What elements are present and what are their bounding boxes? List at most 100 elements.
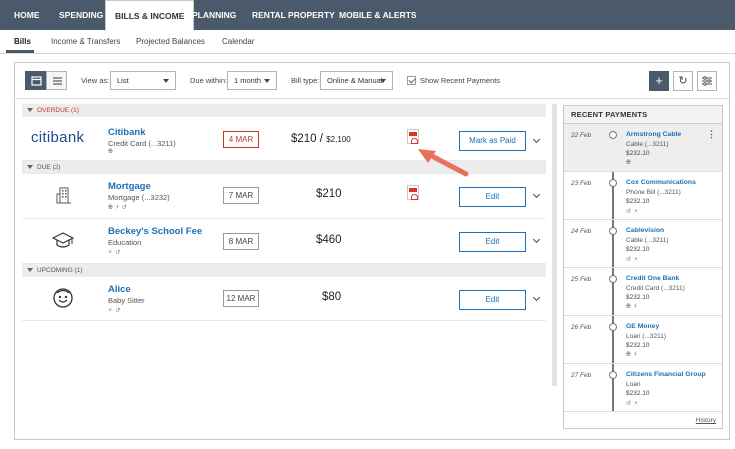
more-options-icon[interactable]: ⋮ (707, 130, 716, 139)
repeat-icon: ↺ (626, 401, 635, 407)
bill-type-value: Online & Manual (327, 76, 383, 85)
timeline-dot (609, 371, 617, 379)
section-overdue[interactable]: OVERDUE (1) (22, 104, 546, 117)
pdf-icon[interactable] (407, 129, 419, 144)
payee-name[interactable]: Cablevision (626, 227, 664, 234)
tab-spending[interactable]: SPENDING (59, 0, 103, 30)
bolt-icon: ⚡︎ (633, 304, 640, 310)
pdf-icon[interactable] (407, 185, 419, 200)
refresh-icon: ↻ (678, 75, 688, 87)
list-view-button[interactable] (46, 71, 67, 90)
recent-payment-item[interactable]: 27 Feb Citizens Financial Group Loan $23… (564, 364, 722, 412)
due-within-select[interactable]: 1 month (227, 71, 277, 90)
chevron-down-icon[interactable] (532, 190, 541, 199)
annotation-arrow-icon (418, 149, 469, 177)
bill-name[interactable]: Citibank (108, 127, 145, 138)
repeat-icon: ↺ (626, 209, 635, 215)
view-as-value: List (117, 76, 129, 85)
payee-sub: Cable (...3211) (626, 237, 669, 244)
list-icon (53, 77, 62, 85)
globe-icon: 🌐︎ (108, 205, 116, 211)
calendar-view-button[interactable] (25, 71, 46, 90)
tab-home[interactable]: HOME (14, 0, 40, 30)
subtab-projected-balances[interactable]: Projected Balances (136, 37, 205, 46)
tab-bills-income[interactable]: BILLS & INCOME (105, 0, 195, 31)
subtab-bills[interactable]: Bills (14, 37, 31, 46)
view-as-select[interactable]: List (110, 71, 176, 90)
bill-name[interactable]: Beckey's School Fee (108, 226, 202, 237)
amount-total: $2,100 (326, 135, 351, 144)
due-date: 8 MAR (223, 233, 259, 250)
payment-date: 27 Feb (571, 372, 592, 379)
chevron-down-icon (380, 79, 386, 83)
building-icon (56, 187, 71, 204)
subtab-calendar[interactable]: Calendar (222, 37, 254, 46)
bill-name[interactable]: Mortgage (108, 181, 151, 192)
bill-row-mortgage[interactable]: Mortgage Mortgage (...3232) 🌐︎⚡︎↺ 7 MAR … (22, 174, 546, 219)
recent-payments-panel: RECENT PAYMENTS 22 Feb Armstrong Cable C… (563, 105, 723, 429)
edit-button[interactable]: Edit (459, 232, 526, 252)
tab-planning[interactable]: PLANNING (192, 0, 236, 30)
payment-date: 26 Feb (571, 324, 592, 331)
payee-name[interactable]: Citizens Financial Group (626, 371, 706, 378)
tab-rental-property[interactable]: RENTAL PROPERTY (252, 0, 335, 30)
globe-icon: 🌐︎ (626, 352, 634, 358)
recent-payment-item[interactable]: 23 Feb Cox Communications Phone Bill (..… (564, 172, 722, 220)
settings-button[interactable] (697, 71, 717, 91)
recent-payment-item[interactable]: 25 Feb Credit One Bank Credit Card (...3… (564, 268, 722, 316)
timeline-dot (609, 179, 617, 187)
chevron-down-icon (163, 79, 169, 83)
refresh-button[interactable]: ↻ (673, 71, 693, 91)
bill-row-school-fee[interactable]: Beckey's School Fee Education ⚡︎↺ 8 MAR … (22, 219, 546, 264)
chevron-down-icon[interactable] (532, 135, 541, 144)
recent-payment-item[interactable]: 26 Feb GE Money Loan (...3211) $232.10 🌐… (564, 316, 722, 364)
edit-button[interactable]: Edit (459, 187, 526, 207)
payment-icons: 🌐︎⚡︎ (626, 352, 640, 359)
section-upcoming[interactable]: UPCOMING (1) (22, 264, 546, 277)
subtab-income-transfers[interactable]: Income & Transfers (51, 37, 120, 46)
section-title: DUE (2) (37, 164, 61, 171)
bill-sub: Baby Sitter (108, 296, 145, 305)
plus-icon: + (655, 73, 663, 88)
history-link[interactable]: History (696, 417, 716, 424)
collapse-triangle-icon (27, 108, 33, 112)
recent-payment-item[interactable]: 22 Feb Armstrong Cable Cable (...3211) $… (564, 124, 722, 172)
edit-button[interactable]: Edit (459, 290, 526, 310)
graduation-cap-icon (52, 232, 74, 248)
globe-icon: 🌐︎ (108, 149, 116, 155)
payee-sub: Loan (...3211) (626, 333, 666, 340)
chevron-down-icon[interactable] (532, 235, 541, 244)
add-bill-button[interactable]: + (649, 71, 669, 91)
payee-name[interactable]: GE Money (626, 323, 659, 330)
payment-date: 23 Feb (571, 180, 592, 187)
bill-type-label: Bill type: (291, 76, 320, 85)
bolt-icon: ⚡︎ (634, 401, 642, 407)
bill-name[interactable]: Alice (108, 284, 131, 295)
bill-amount: $460 (316, 234, 342, 246)
payment-amount: $232.10 (626, 150, 650, 157)
section-title: OVERDUE (1) (37, 107, 79, 114)
tab-mobile-alerts[interactable]: MOBILE & ALERTS (339, 0, 417, 30)
bill-sub: Credit Card (...3211) (108, 139, 176, 148)
repeat-icon: ↺ (626, 257, 635, 263)
calendar-icon (31, 76, 42, 86)
show-recent-payments-checkbox[interactable] (407, 76, 416, 85)
bill-amount: $210 / $2,100 (291, 133, 351, 145)
bill-type-select[interactable]: Online & Manual (320, 71, 393, 90)
sub-nav: Bills Income & Transfers Projected Balan… (0, 30, 735, 54)
payee-sub: Cable (...3211) (626, 141, 669, 148)
list-scrollbar[interactable] (552, 104, 557, 386)
smiley-face-icon (53, 288, 73, 308)
payee-name[interactable]: Armstrong Cable (626, 131, 681, 138)
top-nav: HOME SPENDING BILLS & INCOME PLANNING RE… (0, 0, 735, 31)
bill-sub: Mortgage (...3232) (108, 193, 170, 202)
bill-row-alice[interactable]: Alice Baby Sitter ⚡︎↺ 12 MAR $80 Edit (22, 277, 546, 321)
payee-name[interactable]: Cox Communications (626, 179, 696, 186)
recent-payment-item[interactable]: 24 Feb Cablevision Cable (...3211) $232.… (564, 220, 722, 268)
payee-name[interactable]: Credit One Bank (626, 275, 679, 282)
payee-sub: Credit Card (...3211) (626, 285, 685, 292)
timeline-dot (609, 323, 617, 331)
bill-status-icons: ⚡︎↺ (108, 307, 123, 314)
chevron-down-icon[interactable] (532, 293, 541, 302)
bolt-icon: ⚡︎ (634, 257, 642, 263)
